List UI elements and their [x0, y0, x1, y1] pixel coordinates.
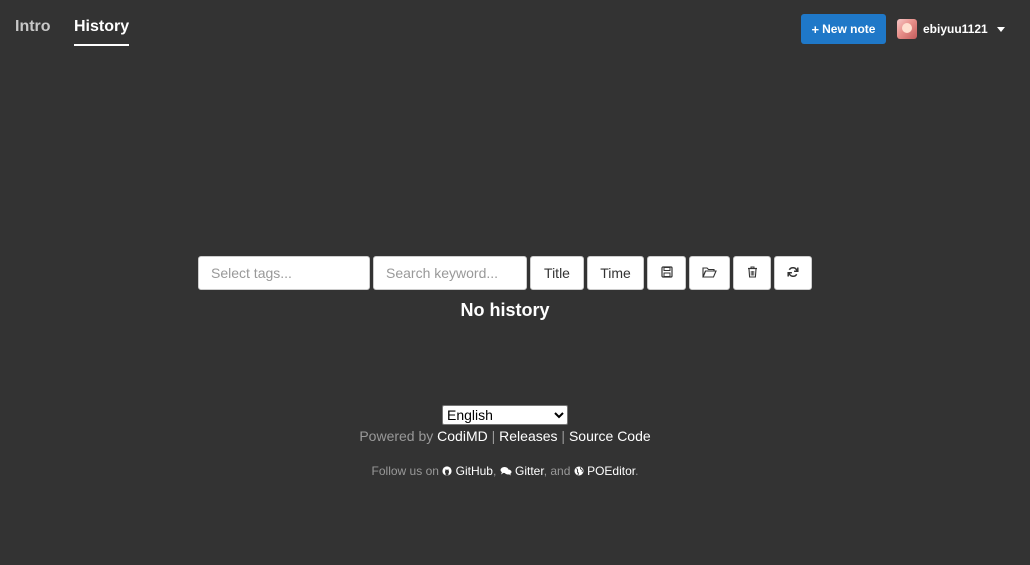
refresh-history-button[interactable]: [774, 256, 812, 290]
and-text: , and: [543, 464, 571, 478]
separator: |: [491, 428, 496, 444]
follow-us-text: Follow us on: [371, 464, 439, 478]
tab-history[interactable]: History: [74, 18, 130, 46]
github-icon: [442, 465, 452, 479]
refresh-icon: [787, 265, 799, 281]
gitter-link[interactable]: Gitter: [500, 464, 544, 478]
no-history-message: No history: [460, 300, 550, 320]
language-select[interactable]: English: [442, 405, 568, 425]
top-nav: Intro History + New note ebiyuu1121: [0, 0, 1030, 60]
tab-intro[interactable]: Intro: [15, 18, 51, 36]
comments-icon: [500, 465, 512, 479]
sort-title-button[interactable]: Title: [530, 256, 584, 290]
period: .: [635, 464, 639, 478]
github-label: GitHub: [455, 464, 493, 478]
codimd-link[interactable]: CodiMD: [437, 428, 488, 444]
folder-open-icon: [702, 265, 717, 281]
sort-time-button[interactable]: Time: [587, 256, 644, 290]
follow-us-line: Follow us on GitHub, Gitter, and POEdito…: [0, 464, 1010, 479]
powered-by-line: Powered by CodiMD | Releases | Source Co…: [0, 428, 1010, 444]
avatar: [897, 19, 917, 39]
caret-down-icon: [996, 26, 1005, 32]
export-history-button[interactable]: [647, 256, 686, 290]
gitter-label: Gitter: [515, 464, 544, 478]
globe-icon: [574, 465, 584, 479]
import-history-button[interactable]: [689, 256, 730, 290]
poeditor-label: POEditor: [587, 464, 636, 478]
username: ebiyuu1121: [923, 22, 988, 36]
separator: |: [561, 428, 566, 444]
tags-select-input[interactable]: Select tags...: [198, 256, 370, 290]
plus-icon: +: [811, 21, 820, 37]
trash-icon: [747, 265, 758, 281]
user-menu[interactable]: ebiyuu1121: [897, 19, 1005, 39]
releases-link[interactable]: Releases: [499, 428, 557, 444]
github-link[interactable]: GitHub: [442, 464, 493, 478]
clear-history-button[interactable]: [733, 256, 771, 290]
search-keyword-input[interactable]: Search keyword...: [373, 256, 527, 290]
new-note-label: New note: [822, 22, 876, 36]
powered-by-text: Powered by: [359, 428, 434, 444]
comma: ,: [492, 464, 497, 478]
poeditor-link[interactable]: POEditor: [574, 464, 635, 478]
source-code-link[interactable]: Source Code: [569, 428, 651, 444]
new-note-button[interactable]: + New note: [801, 14, 886, 44]
save-icon: [660, 265, 673, 281]
